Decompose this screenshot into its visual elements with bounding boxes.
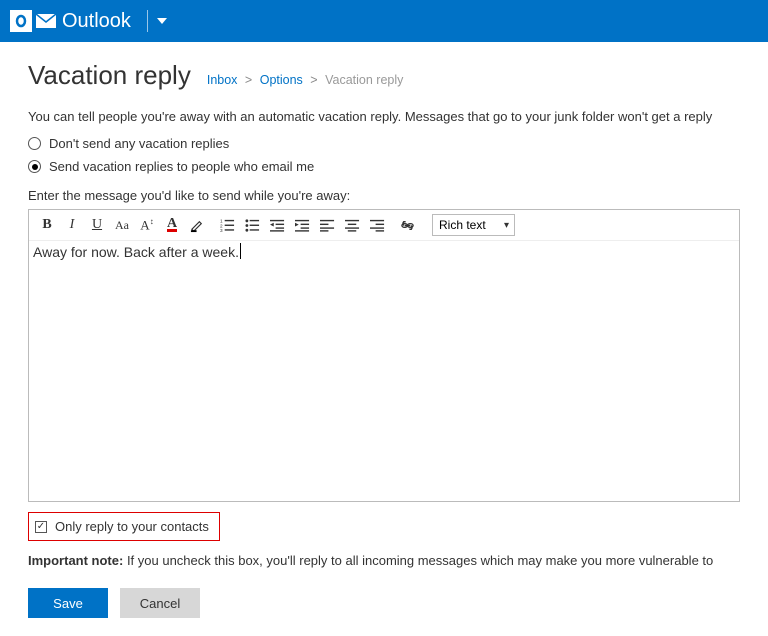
- editor-body[interactable]: Away for now. Back after a week.: [29, 241, 739, 501]
- header-dropdown-chevron-icon[interactable]: [156, 15, 168, 27]
- important-note: Important note: If you uncheck this box,…: [28, 553, 740, 568]
- note-text: If you uncheck this box, you'll reply to…: [123, 553, 713, 568]
- save-button[interactable]: Save: [28, 588, 108, 618]
- header-divider: [147, 10, 148, 32]
- breadcrumb: Inbox > Options > Vacation reply: [207, 73, 404, 87]
- chevron-right-icon: >: [245, 73, 252, 87]
- align-right-button[interactable]: [365, 214, 389, 236]
- editor-content: Away for now. Back after a week.: [33, 244, 239, 260]
- bold-button[interactable]: B: [35, 214, 59, 236]
- chevron-right-icon: >: [310, 73, 317, 87]
- radio-label: Don't send any vacation replies: [49, 136, 229, 151]
- intro-text: You can tell people you're away with an …: [28, 109, 740, 124]
- rich-text-editor: B I U Aa A↕ A 123 Rich text: [28, 209, 740, 502]
- checkbox-icon[interactable]: ✓: [35, 521, 47, 533]
- breadcrumb-options[interactable]: Options: [260, 73, 303, 87]
- app-name: Outlook: [62, 10, 131, 33]
- editor-prompt: Enter the message you'd like to send whi…: [28, 188, 740, 203]
- radio-icon[interactable]: [28, 160, 41, 173]
- outdent-button[interactable]: [265, 214, 289, 236]
- page-content: Vacation reply Inbox > Options > Vacatio…: [0, 42, 768, 636]
- checkbox-label: Only reply to your contacts: [55, 519, 209, 534]
- radio-dont-send[interactable]: Don't send any vacation replies: [28, 136, 740, 151]
- breadcrumb-inbox[interactable]: Inbox: [207, 73, 238, 87]
- radio-send[interactable]: Send vacation replies to people who emai…: [28, 159, 740, 174]
- highlight-button[interactable]: [185, 214, 209, 236]
- radio-label: Send vacation replies to people who emai…: [49, 159, 314, 174]
- app-header: Outlook: [0, 0, 768, 42]
- bullet-list-button[interactable]: [240, 214, 264, 236]
- italic-button[interactable]: I: [60, 214, 84, 236]
- format-select[interactable]: Rich text: [426, 214, 515, 236]
- page-title: Vacation reply: [28, 60, 191, 91]
- radio-icon[interactable]: [28, 137, 41, 150]
- align-left-button[interactable]: [315, 214, 339, 236]
- font-color-button[interactable]: A: [160, 214, 184, 236]
- breadcrumb-current: Vacation reply: [325, 73, 403, 87]
- align-center-button[interactable]: [340, 214, 364, 236]
- font-size-button[interactable]: A↕: [135, 214, 159, 236]
- indent-button[interactable]: [290, 214, 314, 236]
- mail-icon: [36, 14, 56, 28]
- text-case-button[interactable]: Aa: [110, 214, 134, 236]
- cancel-button[interactable]: Cancel: [120, 588, 200, 618]
- numbered-list-button[interactable]: 123: [215, 214, 239, 236]
- outlook-logo-icon: [10, 10, 32, 32]
- svg-text:3: 3: [220, 228, 223, 233]
- insert-link-button[interactable]: [395, 214, 419, 236]
- editor-toolbar: B I U Aa A↕ A 123 Rich text: [29, 210, 739, 241]
- note-label: Important note:: [28, 553, 123, 568]
- underline-button[interactable]: U: [85, 214, 109, 236]
- only-contacts-checkbox-row[interactable]: ✓ Only reply to your contacts: [28, 512, 220, 541]
